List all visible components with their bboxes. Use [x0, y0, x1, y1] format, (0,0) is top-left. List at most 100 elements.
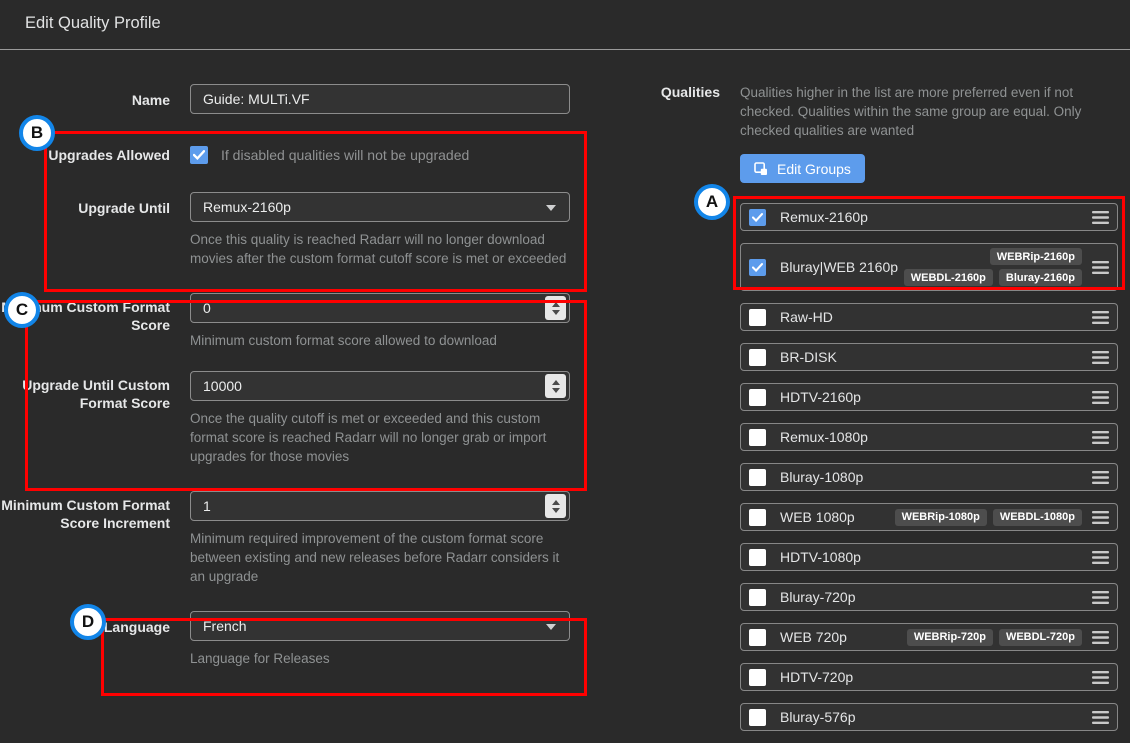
quality-item[interactable]: HDTV-720p — [740, 663, 1118, 691]
min-custom-format-score-increment-label: Minimum Custom Format Score Increment — [0, 491, 170, 532]
upgrade-until-select[interactable]: Remux-2160p — [190, 192, 570, 222]
quality-name: BR-DISK — [780, 349, 837, 365]
min-custom-format-score-label: Minimum Custom Format Score — [0, 293, 170, 334]
quality-name: WEB 720p — [780, 629, 847, 645]
quality-name: Remux-1080p — [780, 429, 868, 445]
language-label: Language — [0, 611, 170, 636]
quality-badges: WEBRip-1080p WEBDL-1080p — [895, 509, 1082, 526]
qualities-help: Qualities higher in the list are more pr… — [740, 83, 1120, 140]
quality-item[interactable]: Bluray|WEB 2160p WEBRip-2160pWEBDL-2160p… — [740, 243, 1118, 291]
quality-checkbox[interactable] — [749, 209, 766, 226]
quality-name: HDTV-2160p — [780, 389, 861, 405]
quality-checkbox[interactable] — [749, 309, 766, 326]
quality-name: Bluray-720p — [780, 589, 856, 605]
quality-item[interactable]: WEB 1080p WEBRip-1080p WEBDL-1080p — [740, 503, 1118, 531]
drag-handle-icon[interactable] — [1092, 211, 1109, 224]
chevron-down-icon — [546, 205, 556, 211]
profile-form: Name Upgrades Allowed If disabled qualit… — [0, 50, 610, 668]
quality-checkbox[interactable] — [749, 709, 766, 726]
quality-checkbox[interactable] — [749, 429, 766, 446]
quality-group-badge: WEBRip-1080p — [895, 509, 987, 526]
quality-name: Bluray-576p — [780, 709, 856, 725]
check-icon — [193, 150, 205, 160]
upgrade-until-help: Once this quality is reached Radarr will… — [190, 230, 570, 268]
check-icon — [752, 213, 763, 222]
quality-checkbox[interactable] — [749, 349, 766, 366]
edit-groups-label: Edit Groups — [777, 161, 851, 177]
drag-handle-icon[interactable] — [1092, 391, 1109, 404]
quality-group-badge: WEBDL-720p — [999, 629, 1082, 646]
quality-item[interactable]: WEB 720p WEBRip-720p WEBDL-720p — [740, 623, 1118, 651]
upgrade-until-custom-format-score-label: Upgrade Until Custom Format Score — [0, 371, 170, 412]
drag-handle-icon[interactable] — [1092, 351, 1109, 364]
chevron-down-icon — [546, 624, 556, 630]
min-custom-format-score-increment-input[interactable] — [190, 491, 570, 521]
language-select[interactable]: French — [190, 611, 570, 641]
drag-handle-icon[interactable] — [1092, 711, 1109, 724]
upgrade-until-custom-format-score-input[interactable] — [190, 371, 570, 401]
edit-groups-button[interactable]: Edit Groups — [740, 154, 865, 183]
qualities-label: Qualities — [640, 83, 720, 100]
language-value: French — [203, 618, 247, 634]
quality-name: HDTV-1080p — [780, 549, 861, 565]
ungroup-icon — [754, 162, 768, 176]
quality-group-badge: WEBRip-2160p — [990, 248, 1082, 265]
drag-handle-icon[interactable] — [1092, 671, 1109, 684]
qualities-section: Qualities Qualities higher in the list a… — [640, 50, 1128, 743]
quality-item[interactable]: HDTV-1080p — [740, 543, 1118, 571]
quality-group-badge: WEBRip-720p — [907, 629, 993, 646]
language-help: Language for Releases — [190, 649, 570, 668]
upgrade-until-label: Upgrade Until — [0, 192, 170, 217]
min-custom-format-score-help: Minimum custom format score allowed to d… — [190, 331, 570, 350]
spinner-up-icon[interactable] — [552, 302, 560, 307]
quality-group-badge: WEBDL-2160p — [904, 269, 993, 286]
min-custom-format-score-input[interactable] — [190, 293, 570, 323]
drag-handle-icon[interactable] — [1092, 261, 1109, 274]
number-spinner[interactable] — [545, 296, 566, 320]
quality-item[interactable]: Bluray-1080p — [740, 463, 1118, 491]
number-spinner[interactable] — [545, 494, 566, 518]
quality-item[interactable]: Bluray-576p — [740, 703, 1118, 731]
upgrades-allowed-label: Upgrades Allowed — [0, 145, 170, 164]
spinner-up-icon[interactable] — [552, 500, 560, 505]
spinner-up-icon[interactable] — [552, 380, 560, 385]
quality-item[interactable]: Raw-HD — [740, 303, 1118, 331]
quality-item[interactable]: Remux-1080p — [740, 423, 1118, 451]
check-icon — [752, 263, 763, 272]
upgrades-allowed-checkbox[interactable] — [190, 146, 208, 164]
drag-handle-icon[interactable] — [1092, 471, 1109, 484]
quality-item[interactable]: Remux-2160p — [740, 203, 1118, 231]
quality-checkbox[interactable] — [749, 469, 766, 486]
quality-checkbox[interactable] — [749, 589, 766, 606]
quality-checkbox[interactable] — [749, 259, 766, 276]
drag-handle-icon[interactable] — [1092, 631, 1109, 644]
quality-checkbox[interactable] — [749, 629, 766, 646]
quality-name: Remux-2160p — [780, 209, 868, 225]
quality-item[interactable]: Bluray-720p — [740, 583, 1118, 611]
quality-name: HDTV-720p — [780, 669, 853, 685]
drag-handle-icon[interactable] — [1092, 511, 1109, 524]
quality-checkbox[interactable] — [749, 669, 766, 686]
quality-item[interactable]: HDTV-2160p — [740, 383, 1118, 411]
drag-handle-icon[interactable] — [1092, 311, 1109, 324]
drag-handle-icon[interactable] — [1092, 551, 1109, 564]
quality-checkbox[interactable] — [749, 509, 766, 526]
spinner-down-icon[interactable] — [552, 310, 560, 315]
spinner-down-icon[interactable] — [552, 388, 560, 393]
drag-handle-icon[interactable] — [1092, 431, 1109, 444]
upgrade-until-value: Remux-2160p — [203, 199, 291, 215]
min-custom-format-score-increment-help: Minimum required improvement of the cust… — [190, 529, 570, 586]
qualities-list: Remux-2160p Bluray|WEB 2160p WEBRip-2160… — [740, 203, 1118, 731]
quality-group-badge: WEBDL-1080p — [993, 509, 1082, 526]
quality-checkbox[interactable] — [749, 389, 766, 406]
quality-name: Bluray-1080p — [780, 469, 863, 485]
quality-group-badge: Bluray-2160p — [999, 269, 1082, 286]
quality-checkbox[interactable] — [749, 549, 766, 566]
drag-handle-icon[interactable] — [1092, 591, 1109, 604]
spinner-down-icon[interactable] — [552, 508, 560, 513]
quality-item[interactable]: BR-DISK — [740, 343, 1118, 371]
number-spinner[interactable] — [545, 374, 566, 398]
name-input[interactable] — [190, 84, 570, 114]
dialog-header: Edit Quality Profile — [0, 0, 1130, 50]
quality-name: WEB 1080p — [780, 509, 855, 525]
